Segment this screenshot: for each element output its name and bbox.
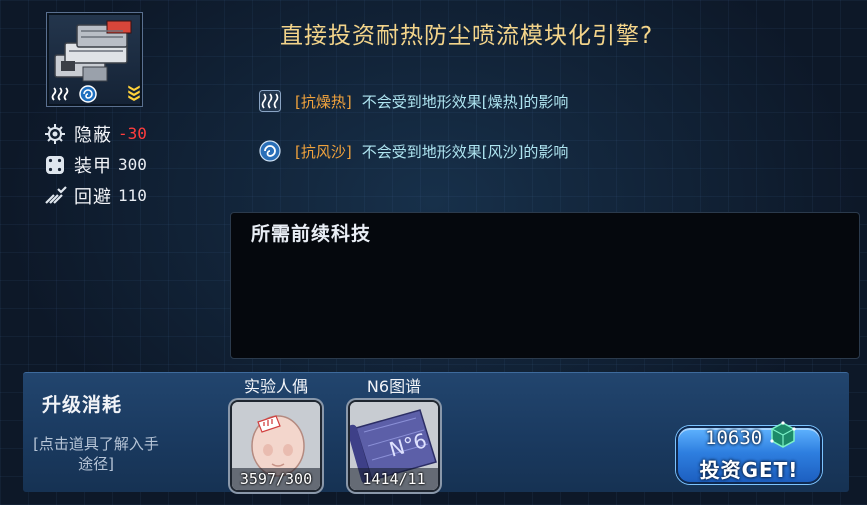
stat-label: 回避 bbox=[74, 186, 112, 208]
invest-cost: 10630 bbox=[705, 427, 763, 449]
item-count: 3597/300 bbox=[232, 468, 320, 490]
stealth-icon bbox=[44, 123, 70, 145]
rank-chevrons-icon bbox=[128, 85, 140, 101]
prerequisite-title: 所需前续科技 bbox=[251, 223, 372, 245]
effect-tag: [抗风沙] bbox=[295, 142, 352, 161]
cost-item-blueprint[interactable]: N6图谱 N°6 1414/11 bbox=[344, 376, 444, 492]
effect-tag: [抗燥热] bbox=[295, 92, 352, 111]
item-name: 实验人偶 bbox=[243, 377, 308, 396]
stat-label: 装甲 bbox=[74, 155, 112, 177]
heat-waves-icon bbox=[51, 87, 69, 101]
prerequisite-tech-panel: 所需前续科技 bbox=[230, 212, 860, 359]
effect-description: 不会受到地形效果[风沙]的影响 bbox=[361, 142, 569, 161]
stat-row-stealth: 隐蔽 -30 bbox=[44, 118, 184, 149]
effect-description: 不会受到地形效果[燥热]的影响 bbox=[361, 92, 569, 111]
module-thumbnail bbox=[46, 12, 143, 107]
stat-row-evasion: 回避 110 bbox=[44, 180, 184, 211]
cost-item-doll[interactable]: 实验人偶 3597/300 bbox=[226, 376, 326, 492]
upgrade-cost-title: 升级消耗 bbox=[42, 394, 123, 416]
item-card[interactable]: N°6 1414/11 bbox=[348, 400, 440, 492]
sand-swirl-icon bbox=[259, 140, 281, 162]
item-card[interactable]: 3597/300 bbox=[230, 400, 322, 492]
item-count: 1414/11 bbox=[350, 468, 438, 490]
module-title: 直接投资耐热防尘喷流模块化引擎? bbox=[280, 23, 654, 49]
stat-value: -30 bbox=[118, 124, 147, 143]
heat-waves-icon bbox=[259, 90, 281, 112]
effect-heat-resist: [抗燥热] 不会受到地形效果[燥热]的影响 bbox=[259, 88, 568, 114]
sand-swirl-icon bbox=[79, 85, 97, 103]
evasion-icon bbox=[44, 185, 70, 207]
stats-panel: 隐蔽 -30 装甲 300 回避 110 bbox=[44, 118, 184, 211]
invest-button-label[interactable]: 投资GET! bbox=[676, 454, 822, 483]
item-name: N6图谱 bbox=[366, 377, 422, 396]
item-source-hint: [点击道具了解入手途径] bbox=[33, 435, 159, 473]
stat-row-armor: 装甲 300 bbox=[44, 149, 184, 180]
data-cube-icon bbox=[770, 421, 796, 448]
stat-label: 隐蔽 bbox=[74, 124, 112, 146]
effect-sand-resist: [抗风沙] 不会受到地形效果[风沙]的影响 bbox=[259, 138, 568, 164]
armor-icon bbox=[44, 154, 70, 176]
stat-value: 300 bbox=[118, 155, 147, 174]
stat-value: 110 bbox=[118, 186, 147, 205]
